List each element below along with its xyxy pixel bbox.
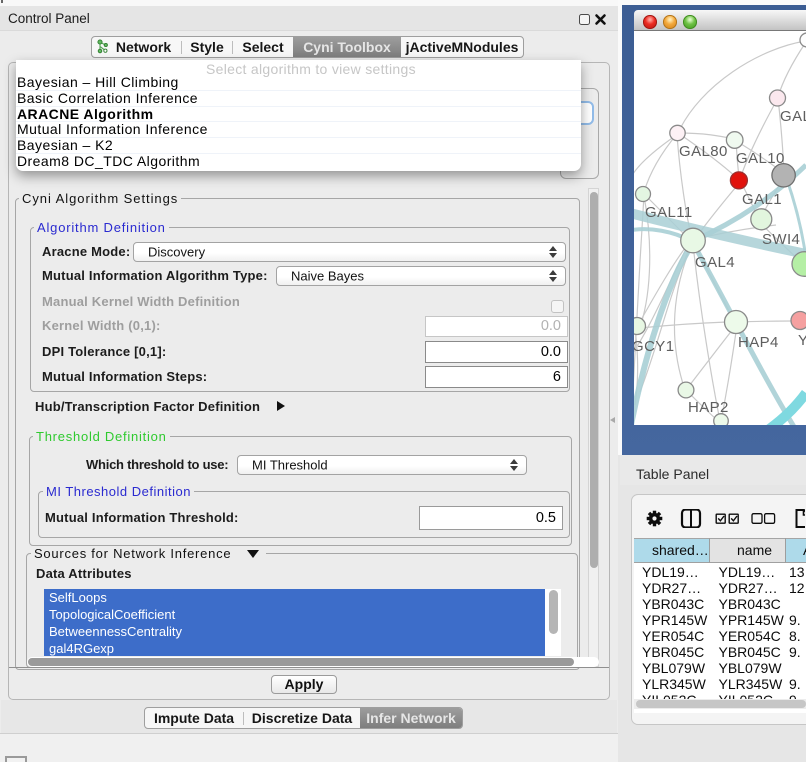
svg-text:GAL80: GAL80 — [679, 143, 728, 160]
svg-text:GAL1: GAL1 — [742, 191, 782, 208]
svg-text:HAP2: HAP2 — [688, 399, 729, 416]
svg-text:GAL11: GAL11 — [645, 204, 693, 221]
svg-text:GAL4: GAL4 — [695, 254, 735, 271]
svg-text:YM: YM — [798, 332, 806, 349]
svg-text:GCY1: GCY1 — [634, 338, 674, 355]
svg-text:GAL7: GAL7 — [780, 108, 806, 125]
svg-text:GAL10: GAL10 — [736, 150, 785, 167]
svg-text:HAP4: HAP4 — [738, 334, 779, 351]
svg-text:SWI4: SWI4 — [762, 231, 800, 248]
